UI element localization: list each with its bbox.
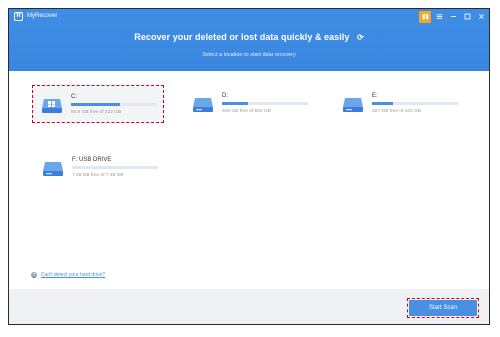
drive-usage-fill	[222, 102, 248, 105]
menu-icon[interactable]	[433, 11, 445, 23]
minimize-icon[interactable]	[447, 11, 459, 23]
drive-size: 327 GB free of 431 GB	[372, 109, 421, 114]
drive-size: 94.6 GB free of 222 GB	[71, 110, 122, 115]
page-subtitle: Select a location to start data recovery	[202, 52, 296, 58]
start-scan-highlight: Start Scan	[407, 298, 479, 318]
page-title: Recover your deleted or lost data quickl…	[9, 32, 489, 42]
help-link-label[interactable]: Can't detect your hard drive?	[41, 272, 105, 278]
app-title: MyRecover	[27, 13, 58, 19]
drive-item-c[interactable]: C: 94.6 GB free of 222 GB	[32, 85, 164, 123]
app-window: R MyRecover Recover your deleted or lost…	[8, 8, 490, 325]
close-icon[interactable]	[475, 11, 487, 23]
start-scan-button[interactable]: Start Scan	[409, 300, 477, 316]
maximize-icon[interactable]	[461, 11, 473, 23]
hard-drive-icon	[343, 98, 363, 112]
drive-name: D:	[222, 93, 228, 99]
drive-item-d[interactable]: D: 349 GB free of 500 GB	[184, 85, 316, 123]
usb-drive-icon	[43, 162, 63, 176]
drive-name: E:	[372, 93, 378, 99]
headline-text: Recover your deleted or lost data quickl…	[134, 32, 350, 42]
drive-usage-bar	[222, 102, 308, 105]
gift-icon[interactable]	[419, 10, 431, 23]
drive-usage-bar	[372, 102, 458, 105]
hard-drive-icon	[193, 98, 213, 112]
question-icon: ?	[31, 272, 37, 278]
drive-item-f-usb[interactable]: F: USB DRIVE 7.48 GB free of 7.48 GB	[34, 149, 166, 187]
title-bar: R MyRecover	[9, 9, 489, 25]
window-controls	[419, 10, 487, 23]
drive-size: 349 GB free of 500 GB	[222, 109, 271, 114]
drive-usage-bar	[72, 166, 158, 169]
app-logo-icon: R	[14, 12, 23, 21]
drive-size: 7.48 GB free of 7.48 GB	[72, 173, 124, 178]
help-link[interactable]: ? Can't detect your hard drive?	[31, 272, 105, 278]
refresh-icon[interactable]: ⟳	[357, 33, 364, 42]
drive-name: C:	[71, 94, 77, 100]
drive-usage-fill	[372, 102, 393, 105]
drive-usage-bar	[71, 103, 157, 106]
drive-name: F: USB DRIVE	[72, 157, 112, 163]
windows-drive-icon	[42, 99, 62, 113]
drive-item-e[interactable]: E: 327 GB free of 431 GB	[334, 85, 466, 123]
drive-usage-fill	[71, 103, 121, 106]
header-banner: R MyRecover Recover your deleted or lost…	[9, 9, 489, 71]
